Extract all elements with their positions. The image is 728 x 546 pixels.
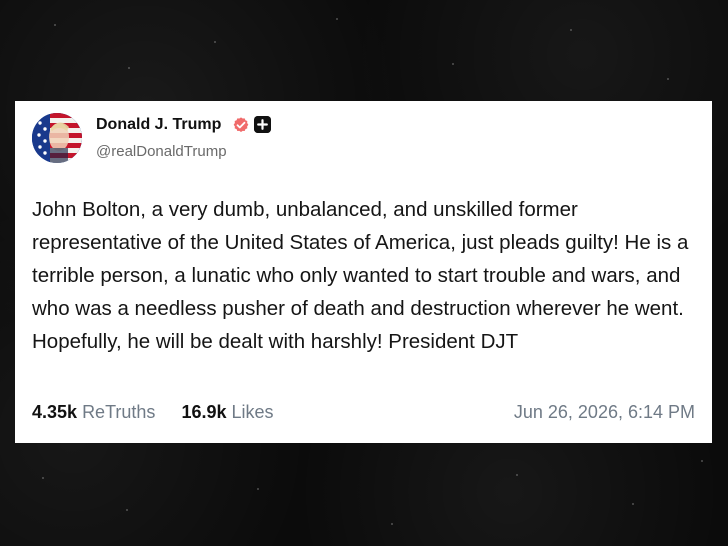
- american-flag-avatar-icon: [32, 113, 82, 163]
- background-speck: [54, 24, 56, 26]
- background-speck: [214, 41, 216, 43]
- background-speck: [257, 488, 259, 490]
- plus-badge-icon: [254, 116, 271, 133]
- background-speck: [336, 18, 338, 20]
- post-text: John Bolton, a very dumb, unbalanced, an…: [32, 198, 689, 353]
- background-speck: [667, 78, 669, 80]
- plus-badge-icon: [254, 116, 271, 133]
- likes-count: 16.9k: [181, 402, 227, 422]
- background-speck: [632, 503, 634, 505]
- verified-check-icon: [233, 117, 249, 133]
- retruths-count: 4.35k: [32, 402, 78, 422]
- verified-check-icon: [232, 116, 250, 134]
- background-speck: [128, 67, 130, 69]
- author-handle[interactable]: @realDonaldTrump: [96, 143, 227, 160]
- author-name[interactable]: Donald J. Trump: [96, 116, 221, 134]
- post-stats: 4.35k ReTruths 16.9k Likes: [32, 402, 274, 423]
- post-card: Donald J. Trump @realDonaldTrump John Bo…: [15, 101, 712, 443]
- background-speck: [452, 63, 454, 65]
- background-speck: [126, 509, 128, 511]
- post-timestamp[interactable]: Jun 26, 2026, 6:14 PM: [514, 402, 695, 423]
- likes-label[interactable]: Likes: [232, 402, 274, 422]
- background-speck: [42, 477, 44, 479]
- background-speck: [570, 29, 572, 31]
- background-speck: [701, 460, 703, 462]
- background-speck: [391, 523, 393, 525]
- retruths-label[interactable]: ReTruths: [82, 402, 155, 422]
- background-speck: [516, 474, 518, 476]
- american-flag-avatar-icon[interactable]: [32, 113, 82, 163]
